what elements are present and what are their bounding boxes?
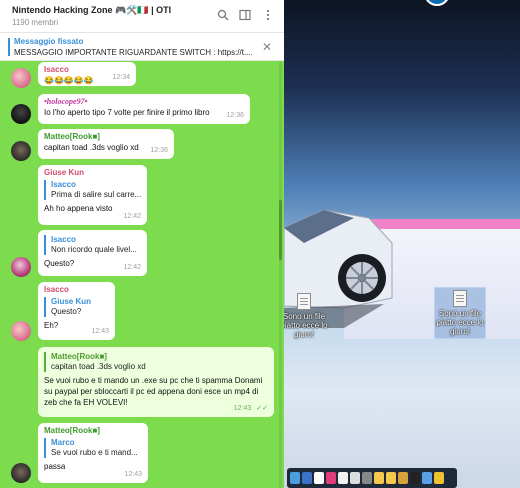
pinned-message-bar[interactable]: Messaggio fissato MESSAGGIO IMPORTANTE R… bbox=[0, 33, 284, 61]
file-icon bbox=[297, 293, 311, 310]
message-time: 12:43 bbox=[91, 328, 109, 335]
pinned-title: Messaggio fissato bbox=[14, 37, 84, 46]
message-bubble[interactable]: Matteo[Rook■] Marco Se vuoi rubo e ti ma… bbox=[38, 423, 148, 483]
more-menu-icon[interactable] bbox=[261, 9, 275, 23]
reply-quote[interactable]: Isacco Prima di salire sul carre... bbox=[44, 180, 141, 200]
desktop-file-label-2: Sono un file piatto ecce lo giuro! bbox=[436, 309, 484, 336]
message-bubble-outgoing[interactable]: Matteo[Rook■] capitan toad .3ds voglio x… bbox=[38, 347, 274, 417]
message-time: 12:42 bbox=[123, 264, 141, 271]
message-time: 12:43 bbox=[233, 405, 252, 412]
taskbar-app-icon[interactable] bbox=[302, 472, 312, 484]
desktop-file-icon-2[interactable]: Sono un file piatto ecce lo giuro! bbox=[434, 287, 486, 339]
screen: Sono un file piatto ecce lo giuro! Sono … bbox=[0, 0, 520, 488]
message-sender: Matteo[Rook■] bbox=[44, 426, 100, 435]
quote-name: Matteo[Rook■] bbox=[51, 352, 107, 361]
reply-quote[interactable]: Matteo[Rook■] capitan toad .3ds voglio x… bbox=[44, 352, 268, 372]
scrollbar-thumb[interactable] bbox=[279, 200, 282, 260]
message-time: 12:36 bbox=[150, 147, 168, 154]
message-time: 12:42 bbox=[123, 213, 141, 220]
desktop-file-icon-1[interactable]: Sono un file piatto ecce lo giuro! bbox=[278, 293, 330, 339]
message-bubble[interactable]: Isacco Giuse Kun Questo? Eh? 12:43 bbox=[38, 282, 115, 340]
read-receipt-icon: ✓✓ bbox=[256, 405, 268, 412]
message-sender: Isacco bbox=[44, 285, 69, 294]
message-sender: •holocope97• bbox=[44, 97, 88, 106]
chat-title: Nintendo Hacking Zone 🎮🛠️🇮🇹 | OTI bbox=[12, 5, 172, 15]
close-icon[interactable]: ✕ bbox=[262, 40, 272, 54]
scrollbar-track[interactable] bbox=[279, 62, 282, 488]
message-text: capitan toad .3ds voglio xd bbox=[44, 143, 139, 152]
message-bubble[interactable]: •holocope97• Io l'ho aperto tipo 7 volte… bbox=[38, 94, 250, 124]
avatar[interactable] bbox=[11, 104, 31, 124]
quote-text: Prima di salire sul carre... bbox=[51, 190, 141, 199]
taskbar bbox=[287, 468, 457, 488]
avatar[interactable] bbox=[11, 141, 31, 161]
sidebar-toggle-icon[interactable] bbox=[238, 9, 252, 23]
reply-quote[interactable]: Isacco Non ricordo quale livel... bbox=[44, 235, 141, 255]
taskbar-app-icon[interactable] bbox=[398, 472, 408, 484]
reply-quote[interactable]: Giuse Kun Questo? bbox=[44, 297, 109, 317]
taskbar-app-icon[interactable] bbox=[410, 472, 420, 484]
taskbar-app-icon[interactable] bbox=[434, 472, 444, 484]
desktop-wallpaper: Sono un file piatto ecce lo giuro! Sono … bbox=[280, 0, 520, 488]
taskbar-app-icon[interactable] bbox=[338, 472, 348, 484]
quote-name: Marco bbox=[51, 438, 75, 447]
taskbar-app-icon[interactable] bbox=[326, 472, 336, 484]
desktop-top-button[interactable] bbox=[424, 0, 450, 6]
quote-text: Se vuoi rubo e ti mand... bbox=[51, 448, 138, 457]
search-icon[interactable] bbox=[216, 9, 230, 23]
message-bubble[interactable]: Isacco 😂😂😂😂😂 12:34 bbox=[38, 62, 136, 86]
taskbar-app-icon[interactable] bbox=[314, 472, 324, 484]
pinned-accent-bar bbox=[8, 38, 10, 56]
file-icon bbox=[453, 290, 467, 307]
quote-name: Isacco bbox=[51, 235, 76, 244]
message-bubble[interactable]: Isacco Non ricordo quale livel... Questo… bbox=[38, 230, 147, 276]
taskbar-app-icon[interactable] bbox=[290, 472, 300, 484]
quote-name: Isacco bbox=[51, 180, 76, 189]
message-bubble[interactable]: Giuse Kun Isacco Prima di salire sul car… bbox=[38, 165, 147, 225]
telegram-window: Nintendo Hacking Zone 🎮🛠️🇮🇹 | OTI 1190 m… bbox=[0, 0, 284, 488]
taskbar-folder-icon[interactable] bbox=[386, 472, 396, 484]
taskbar-app-icon[interactable] bbox=[422, 472, 432, 484]
quote-text: Questo? bbox=[51, 307, 82, 316]
message-sender: Giuse Kun bbox=[44, 168, 85, 177]
desktop-file-label-1: Sono un file piatto ecce lo giuro! bbox=[280, 312, 328, 339]
avatar[interactable] bbox=[11, 257, 31, 277]
message-time-row: 12:43 ✓✓ bbox=[234, 403, 268, 414]
message-sender: Matteo[Rook■] bbox=[44, 132, 100, 141]
member-count: 1190 membri bbox=[12, 18, 59, 27]
quote-text: Non ricordo quale livel... bbox=[51, 245, 137, 254]
message-time: 12:43 bbox=[124, 471, 142, 478]
taskbar-app-icon[interactable] bbox=[350, 472, 360, 484]
taskbar-app-icon[interactable] bbox=[362, 472, 372, 484]
chat-header[interactable]: Nintendo Hacking Zone 🎮🛠️🇮🇹 | OTI 1190 m… bbox=[0, 0, 284, 33]
avatar[interactable] bbox=[11, 463, 31, 483]
avatar[interactable] bbox=[11, 68, 31, 88]
taskbar-folder-icon[interactable] bbox=[374, 472, 384, 484]
pinned-text: MESSAGGIO IMPORTANTE RIGUARDANTE SWITCH … bbox=[14, 48, 253, 57]
message-time: 12:36 bbox=[226, 112, 244, 119]
quote-name: Giuse Kun bbox=[51, 297, 92, 306]
reply-quote[interactable]: Marco Se vuoi rubo e ti mand... bbox=[44, 438, 142, 458]
message-bubble[interactable]: Matteo[Rook■] capitan toad .3ds voglio x… bbox=[38, 129, 174, 159]
message-time: 12:34 bbox=[112, 74, 130, 81]
message-text: Io l'ho aperto tipo 7 volte per finire i… bbox=[44, 108, 210, 117]
quote-text: capitan toad .3ds voglio xd bbox=[51, 362, 146, 371]
avatar[interactable] bbox=[11, 321, 31, 341]
